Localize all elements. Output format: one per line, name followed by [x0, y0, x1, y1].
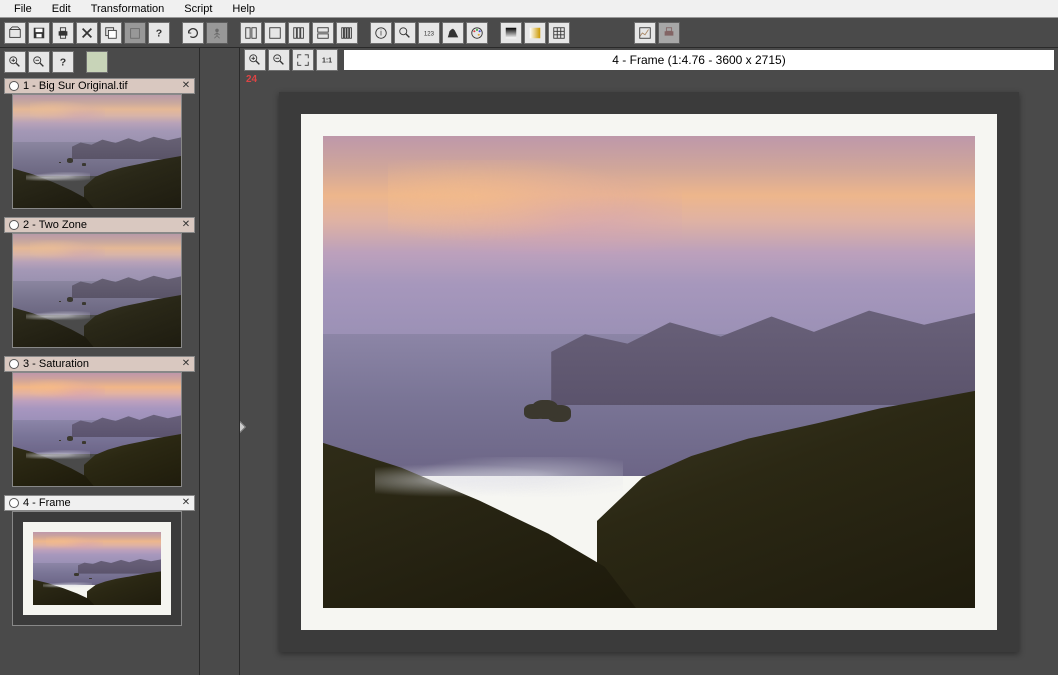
thumbnail-label: 2 - Two Zone [23, 219, 87, 231]
thumbnail-header[interactable]: 2 - Two Zone ✕ [4, 217, 195, 233]
canvas-actual-size-icon[interactable]: 1:1 [316, 49, 338, 71]
sidebar-zoom-out-icon[interactable] [28, 51, 50, 73]
svg-text:?: ? [60, 57, 66, 69]
close-icon[interactable]: ✕ [180, 358, 192, 370]
divider-column [200, 48, 240, 675]
open-icon[interactable] [4, 22, 26, 44]
view-split-h-icon[interactable] [312, 22, 334, 44]
menu-help[interactable]: Help [222, 1, 265, 17]
thumbnail-item[interactable]: 3 - Saturation ✕ [4, 356, 195, 487]
run-icon[interactable] [206, 22, 228, 44]
paste-icon[interactable] [124, 22, 146, 44]
ruler-marker: 24 [246, 74, 257, 85]
view-single-icon[interactable] [264, 22, 286, 44]
svg-text:123: 123 [424, 30, 435, 37]
sidebar-toolbar: ? [0, 48, 199, 76]
close-icon[interactable]: ✕ [180, 497, 192, 509]
thumbnail-image[interactable] [12, 94, 182, 209]
grid-icon[interactable] [548, 22, 570, 44]
thumbnail-image[interactable] [12, 233, 182, 348]
menubar: File Edit Transformation Script Help [0, 0, 1058, 18]
canvas-viewport[interactable]: 24 [240, 72, 1058, 675]
menu-transformation[interactable]: Transformation [81, 1, 175, 17]
svg-text:i: i [380, 28, 382, 37]
thumbnail-image[interactable] [12, 372, 182, 487]
close-icon[interactable]: ✕ [180, 219, 192, 231]
thumbnail-item[interactable]: 2 - Two Zone ✕ [4, 217, 195, 348]
canvas-area: 1:1 4 - Frame (1:4.76 - 3600 x 2715) 24 [240, 48, 1058, 675]
frame-mat [301, 114, 997, 630]
frame-outer [279, 92, 1019, 652]
view-columns-icon[interactable] [288, 22, 310, 44]
radio-icon[interactable] [9, 498, 19, 508]
save-icon[interactable] [28, 22, 50, 44]
zoom-tool-icon[interactable] [394, 22, 416, 44]
thumbnail-item[interactable]: 1 - Big Sur Original.tif ✕ [4, 78, 195, 209]
print-icon[interactable] [52, 22, 74, 44]
print2-icon[interactable] [658, 22, 680, 44]
chart-icon[interactable] [634, 22, 656, 44]
canvas-zoom-in-icon[interactable] [244, 49, 266, 71]
info-icon[interactable]: i [370, 22, 392, 44]
thumbnail-label: 4 - Frame [23, 497, 71, 509]
sidebar: ? 1 - Big Sur Original.tif ✕ 2 - Two Zon… [0, 48, 200, 675]
copy-icon[interactable] [100, 22, 122, 44]
canvas-toolbar: 1:1 4 - Frame (1:4.76 - 3600 x 2715) [240, 48, 1058, 72]
histogram-icon[interactable] [442, 22, 464, 44]
svg-text:?: ? [156, 27, 162, 39]
thumbnail-header[interactable]: 3 - Saturation ✕ [4, 356, 195, 372]
palette-icon[interactable] [466, 22, 488, 44]
view-split-v-icon[interactable] [240, 22, 262, 44]
radio-icon[interactable] [9, 81, 19, 91]
main-toolbar: ? i 123 [0, 18, 1058, 48]
radio-icon[interactable] [9, 220, 19, 230]
help-icon[interactable]: ? [148, 22, 170, 44]
gradient-icon[interactable] [500, 22, 522, 44]
menu-edit[interactable]: Edit [42, 1, 81, 17]
main-image [323, 136, 975, 608]
radio-icon[interactable] [9, 359, 19, 369]
menu-script[interactable]: Script [174, 1, 222, 17]
refresh-icon[interactable] [182, 22, 204, 44]
divider-handle-icon[interactable] [240, 420, 246, 434]
thumbnail-header[interactable]: 4 - Frame ✕ [4, 495, 195, 511]
gradient2-icon[interactable] [524, 22, 546, 44]
delete-icon[interactable] [76, 22, 98, 44]
canvas-fit-icon[interactable] [292, 49, 314, 71]
menu-file[interactable]: File [4, 1, 42, 17]
thumbnail-image[interactable] [12, 511, 182, 626]
sidebar-zoom-in-icon[interactable] [4, 51, 26, 73]
numbers-icon[interactable]: 123 [418, 22, 440, 44]
thumbnail-label: 3 - Saturation [23, 358, 89, 370]
canvas-zoom-out-icon[interactable] [268, 49, 290, 71]
canvas-title: 4 - Frame (1:4.76 - 3600 x 2715) [344, 50, 1054, 70]
thumbnail-header[interactable]: 1 - Big Sur Original.tif ✕ [4, 78, 195, 94]
sidebar-help-icon[interactable]: ? [52, 51, 74, 73]
svg-text:1:1: 1:1 [322, 58, 332, 65]
thumbnail-label: 1 - Big Sur Original.tif [23, 80, 128, 92]
view-columns-narrow-icon[interactable] [336, 22, 358, 44]
color-swatch[interactable] [86, 51, 108, 73]
thumbnail-item[interactable]: 4 - Frame ✕ [4, 495, 195, 626]
thumbnail-list: 1 - Big Sur Original.tif ✕ 2 - Two Zone … [0, 76, 199, 675]
close-icon[interactable]: ✕ [180, 80, 192, 92]
